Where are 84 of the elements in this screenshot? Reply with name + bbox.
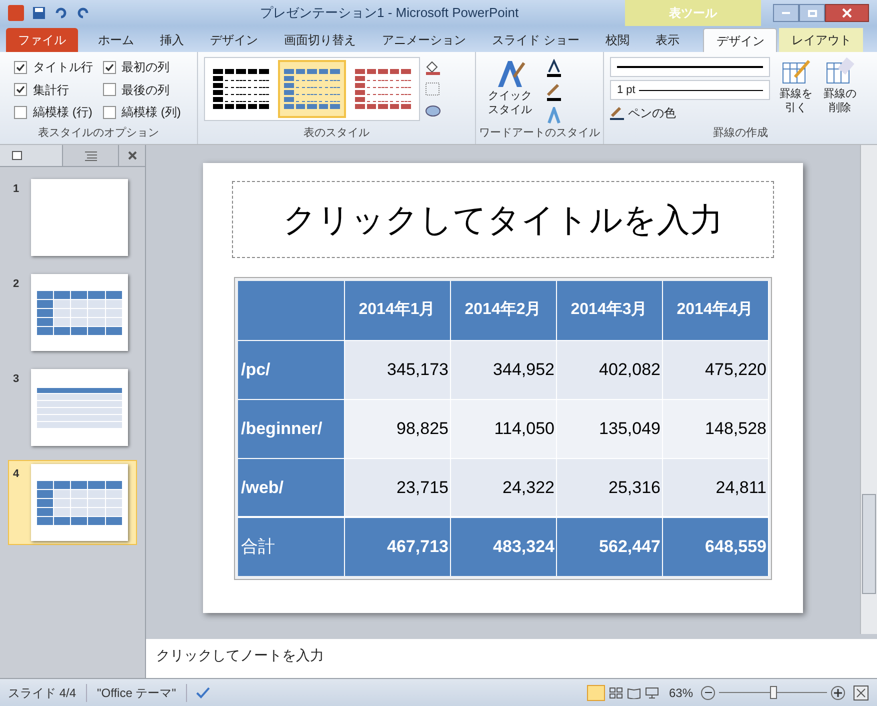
pen-color-button[interactable]: ペンの色: [610, 103, 770, 123]
table-cell: 483,324: [450, 517, 556, 576]
slide-thumbnail-item[interactable]: 4: [8, 460, 137, 545]
vertical-scrollbar[interactable]: [860, 145, 877, 634]
slide-thumbnail-item[interactable]: 3: [8, 365, 137, 450]
slides-tab[interactable]: [0, 145, 62, 166]
checkbox[interactable]: [102, 60, 116, 74]
eraser-button[interactable]: 罫線の削除: [822, 57, 858, 124]
group-label: ワードアートのスタイル: [478, 126, 601, 141]
ribbon-tab[interactable]: アニメーション: [370, 28, 478, 52]
checkbox-label: 最後の列: [122, 82, 170, 98]
reading-view-icon[interactable]: [626, 686, 641, 698]
table-cell: 648,559: [662, 517, 768, 576]
zoom-slider[interactable]: [719, 684, 827, 700]
slide-number: 4: [13, 467, 20, 482]
slide-number: 3: [13, 372, 20, 387]
zoom-in-button[interactable]: [831, 686, 845, 700]
quick-style-button[interactable]: クイックスタイル: [482, 57, 538, 125]
pen-icon: [610, 106, 624, 120]
pen-weight-dropdown[interactable]: 1 pt: [610, 80, 770, 100]
theme-name: "Office テーマ": [87, 684, 187, 702]
table-style-swatch[interactable]: [278, 60, 346, 118]
ribbon-tab[interactable]: デザイン: [198, 28, 270, 52]
checkbox-label: 集計行: [33, 82, 69, 98]
table-cell: 562,447: [556, 517, 662, 576]
checkbox-label: 縞模様 (行): [33, 104, 92, 121]
context-tab-group: 表ツール: [625, 0, 761, 26]
row-header-cell: 合計: [238, 517, 344, 576]
ribbon-tab[interactable]: スライド ショー: [480, 28, 592, 52]
slider-thumb[interactable]: [770, 686, 777, 699]
checkbox[interactable]: [14, 83, 27, 96]
slide-thumbnail-item[interactable]: 2: [8, 270, 137, 355]
ribbon-tab[interactable]: 挿入: [148, 28, 196, 52]
plus-icon: [834, 688, 842, 696]
file-tab[interactable]: ファイル: [6, 28, 78, 52]
redo-icon[interactable]: [76, 6, 90, 20]
undo-icon[interactable]: [54, 6, 68, 20]
shading-icon[interactable]: [424, 59, 442, 75]
checkbox[interactable]: [102, 83, 116, 96]
window-title: プレゼンテーション1 - Microsoft PowerPoint: [260, 4, 519, 22]
checkbox[interactable]: [14, 106, 27, 118]
ribbon-tab[interactable]: 校閲: [593, 28, 642, 52]
slide-number: 2: [13, 277, 20, 292]
row-header-cell: /web/: [238, 458, 344, 517]
checkbox[interactable]: [14, 60, 27, 74]
ribbon-tab[interactable]: 表示: [643, 28, 692, 52]
ribbon-tab[interactable]: ホーム: [86, 28, 146, 52]
slideshow-icon[interactable]: [644, 686, 659, 698]
group-label: 表のスタイル: [302, 126, 370, 140]
group-label: 表スタイルのオプション: [37, 126, 160, 140]
outline-icon: [84, 150, 96, 160]
checkbox-label: タイトル行: [33, 59, 93, 76]
text-fill-icon[interactable]: [544, 59, 564, 77]
ribbon-tab[interactable]: 画面切り替え: [272, 28, 368, 52]
checkbox-label: 最初の列: [122, 59, 170, 76]
row-header-cell: /pc/: [238, 340, 344, 399]
table-cell: 467,713: [344, 517, 450, 576]
borders-icon[interactable]: [424, 81, 442, 97]
close-icon: [842, 8, 852, 18]
text-outline-icon[interactable]: [544, 83, 564, 101]
line-style-dropdown[interactable]: [610, 57, 770, 77]
fit-window-icon[interactable]: [853, 684, 869, 700]
effects-icon[interactable]: [424, 103, 442, 119]
group-label: 罫線の作成: [712, 126, 769, 140]
slide-number: 1: [13, 182, 20, 197]
style-gallery[interactable]: [204, 57, 420, 121]
draw-table-button[interactable]: 罫線を引く: [778, 57, 814, 124]
spellcheck-icon[interactable]: [195, 686, 211, 700]
ribbon-tab[interactable]: レイアウト: [779, 28, 864, 52]
app-icon: [8, 5, 24, 21]
ribbon-tab[interactable]: デザイン: [703, 28, 778, 52]
sorter-view-icon[interactable]: [608, 686, 623, 698]
checkbox-label: 縞模様 (列): [122, 104, 181, 121]
minimize-button[interactable]: [773, 4, 799, 22]
zoom-level[interactable]: 63%: [668, 684, 693, 702]
close-button[interactable]: [825, 4, 869, 22]
maximize-button[interactable]: [799, 4, 825, 22]
row-header-cell: /beginner/: [238, 399, 344, 458]
title-placeholder[interactable]: クリックしてタイトルを入力: [232, 181, 774, 258]
zoom-out-button[interactable]: [701, 686, 715, 700]
checkbox[interactable]: [102, 106, 116, 118]
slide-counter: スライド 4/4: [8, 684, 88, 702]
slide-thumbnail-item[interactable]: 1: [8, 175, 137, 260]
save-icon[interactable]: [32, 6, 46, 20]
